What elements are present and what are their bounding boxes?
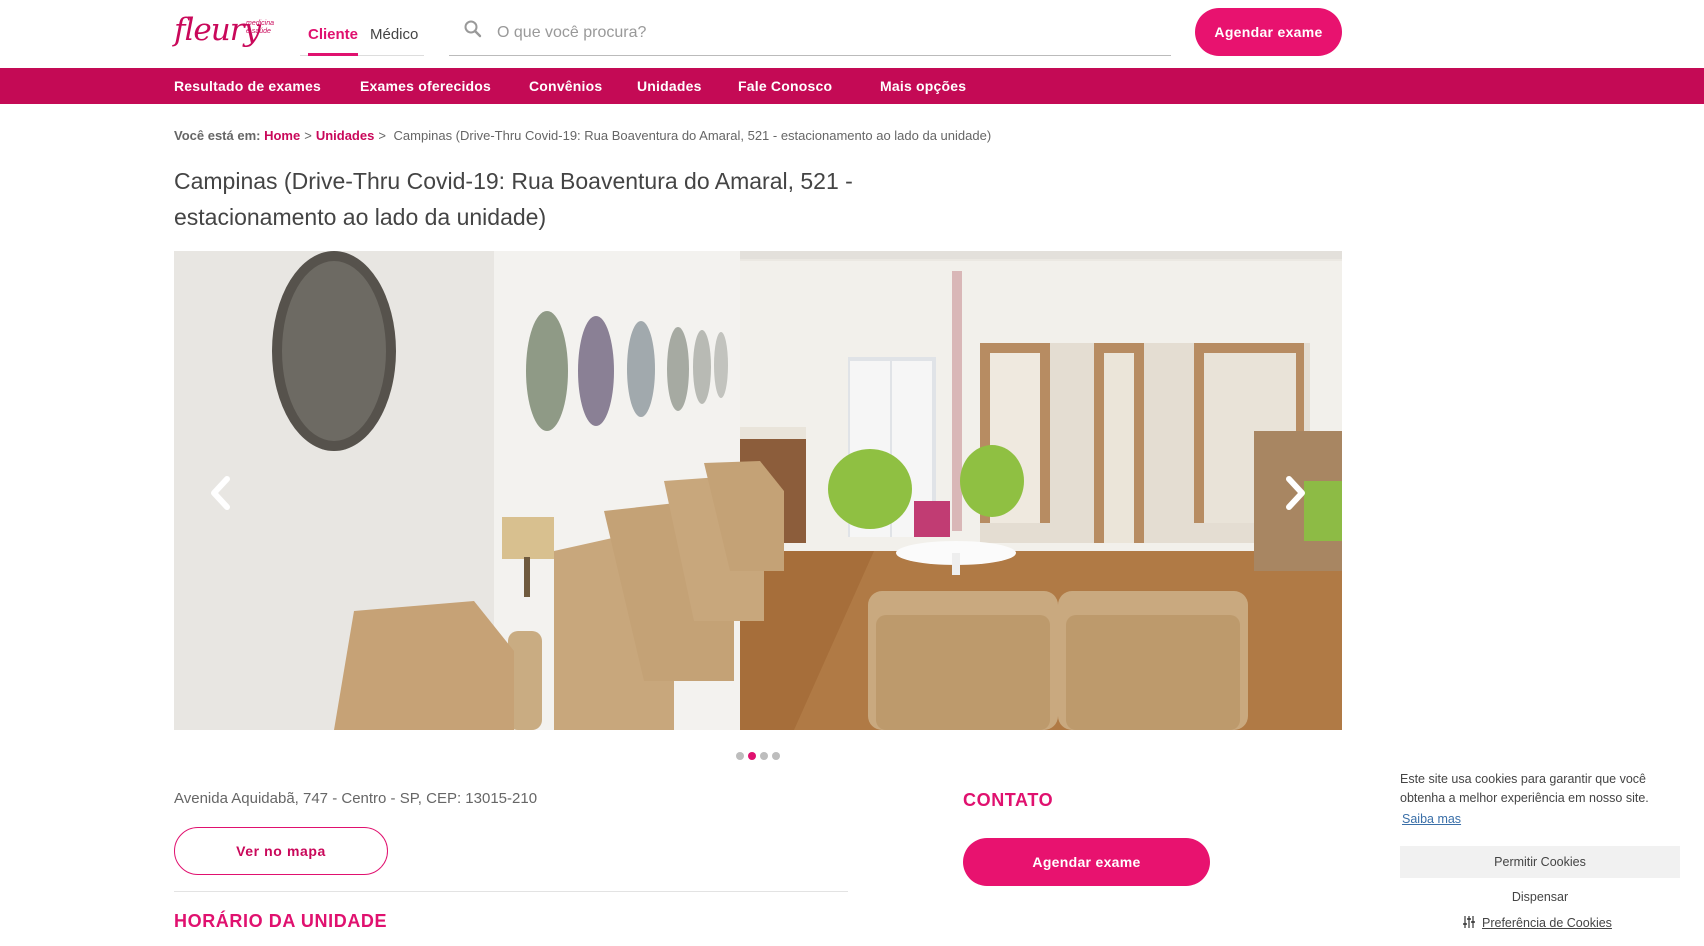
dismiss-cookies-button[interactable]: Dispensar: [1400, 886, 1680, 908]
cookie-message: Este site usa cookies para garantir que …: [1400, 772, 1649, 805]
tab-medico[interactable]: Médico: [370, 26, 418, 56]
breadcrumb: Você está em: Home > Unidades > Campinas (D…: [174, 128, 991, 143]
contact-schedule-exam-button[interactable]: Agendar exame: [963, 838, 1210, 886]
profile-tabs: Cliente Médico: [300, 20, 424, 56]
site-header: fleury medicina e saúde Cliente Médico A…: [0, 0, 1704, 68]
carousel-next-arrow[interactable]: [1278, 473, 1312, 513]
carousel-dot[interactable]: [760, 752, 768, 760]
unit-hours-heading: HORÁRIO DA UNIDADE: [174, 911, 388, 931]
carousel-prev-arrow[interactable]: [204, 473, 238, 513]
photo-carousel: [174, 251, 1342, 730]
cookie-banner: Este site usa cookies para garantir que …: [1386, 760, 1692, 946]
logo-tagline: medicina e saúde: [246, 20, 275, 35]
cookie-preferences-label: Preferência de Cookies: [1482, 916, 1612, 930]
breadcrumb-separator: >: [304, 128, 312, 143]
tab-cliente[interactable]: Cliente: [308, 26, 359, 56]
search-bar: [449, 14, 1171, 56]
cookie-preferences-link[interactable]: Preferência de Cookies: [1462, 915, 1612, 930]
waiting-room-photo: [174, 251, 1342, 730]
nav-item-convenios[interactable]: Convênios: [529, 78, 602, 94]
nav-item-fale-conosco[interactable]: Fale Conosco: [738, 78, 832, 94]
page-title: Campinas (Drive-Thru Covid-19: Rua Boave…: [174, 168, 853, 230]
section-divider: [174, 891, 848, 892]
sliders-icon: [1463, 916, 1475, 928]
breadcrumb-label: Você está em:: [174, 128, 261, 143]
breadcrumb-current: Campinas (Drive-Thru Covid-19: Rua Boave…: [393, 128, 992, 143]
nav-item-unidades[interactable]: Unidades: [637, 78, 702, 94]
main-nav: Resultado de exames Exames oferecidos Co…: [0, 68, 1704, 104]
carousel-dot[interactable]: [772, 752, 780, 760]
breadcrumb-unidades-link[interactable]: Unidades: [316, 128, 375, 143]
contact-heading: CONTATO: [963, 790, 1054, 810]
cookie-learn-more-link[interactable]: Saiba mas: [1402, 812, 1461, 826]
nav-item-resultado-de-exames[interactable]: Resultado de exames: [174, 78, 321, 94]
unit-address: Avenida Aquidabã, 747 - Centro - SP, CEP…: [174, 790, 538, 807]
allow-cookies-button[interactable]: Permitir Cookies: [1400, 846, 1680, 878]
breadcrumb-home-link[interactable]: Home: [264, 128, 300, 143]
search-icon[interactable]: [463, 19, 483, 39]
breadcrumb-separator: >: [378, 128, 386, 143]
carousel-dot-active[interactable]: [748, 752, 756, 760]
schedule-exam-button[interactable]: Agendar exame: [1195, 8, 1342, 56]
view-map-button[interactable]: Ver no mapa: [174, 827, 388, 875]
nav-item-mais-opcoes[interactable]: Mais opções: [880, 78, 966, 94]
nav-item-exames-oferecidos[interactable]: Exames oferecidos: [360, 78, 491, 94]
search-input[interactable]: [497, 20, 1137, 46]
fleury-logo[interactable]: fleury medicina e saúde: [174, 12, 278, 48]
carousel-dot[interactable]: [736, 752, 744, 760]
